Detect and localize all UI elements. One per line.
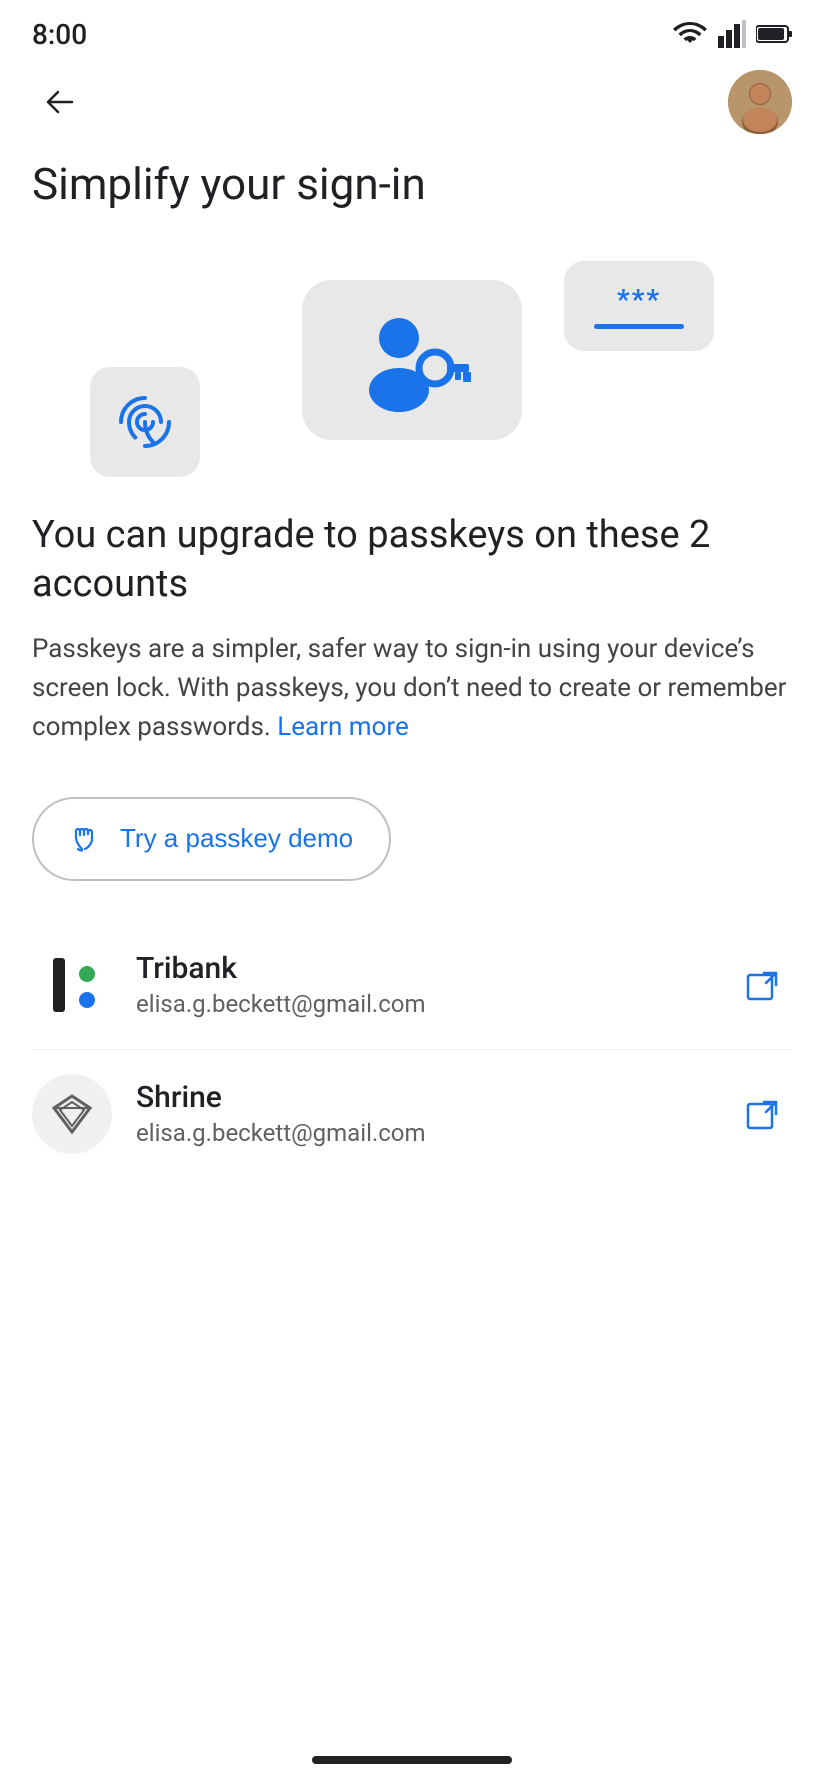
shrine-account-info: Shrine elisa.g.beckett@gmail.com	[136, 1080, 736, 1147]
password-bubble: ***	[564, 261, 714, 351]
status-icons	[672, 20, 792, 48]
tribank-stem	[53, 958, 65, 1012]
fingerprint-bubble	[90, 367, 200, 477]
try-passkey-demo-button[interactable]: Try a passkey demo	[32, 797, 391, 881]
signal-icon	[718, 20, 746, 48]
back-button[interactable]	[32, 74, 88, 130]
tribank-email: elisa.g.beckett@gmail.com	[136, 990, 736, 1018]
tribank-logo-graphic	[47, 958, 97, 1012]
shrine-email: elisa.g.beckett@gmail.com	[136, 1119, 736, 1147]
avatar-svg	[728, 70, 792, 134]
shrine-external-link-button[interactable]	[736, 1086, 792, 1142]
back-arrow-icon	[42, 84, 78, 120]
shrine-diamond-icon	[48, 1090, 96, 1138]
description-text: Passkeys are a simpler, safer way to sig…	[32, 630, 792, 747]
avatar-image	[728, 70, 792, 134]
account-item-tribank[interactable]: Tribank elisa.g.beckett@gmail.com	[32, 921, 792, 1050]
description-body: Passkeys are a simpler, safer way to sig…	[32, 634, 786, 742]
tribank-logo	[32, 945, 112, 1025]
password-content: ***	[594, 283, 684, 329]
hand-wave-icon	[70, 821, 106, 857]
hero-illustration: ***	[0, 235, 824, 495]
battery-icon	[756, 24, 792, 44]
tribank-dot-blue	[79, 992, 95, 1008]
account-list: Tribank elisa.g.beckett@gmail.com	[32, 921, 792, 1178]
account-item-shrine[interactable]: Shrine elisa.g.beckett@gmail.com	[32, 1050, 792, 1178]
shrine-logo-circle	[32, 1074, 112, 1154]
wifi-icon	[672, 21, 708, 47]
demo-button-label: Try a passkey demo	[120, 823, 353, 854]
shrine-name: Shrine	[136, 1080, 736, 1115]
tribank-account-info: Tribank elisa.g.beckett@gmail.com	[136, 951, 736, 1018]
home-indicator	[312, 1756, 512, 1764]
shrine-logo	[32, 1074, 112, 1154]
status-bar: 8:00	[0, 0, 824, 60]
main-content: You can upgrade to passkeys on these 2 a…	[0, 495, 824, 1194]
tribank-external-link-button[interactable]	[736, 957, 792, 1013]
person-key-icon	[347, 300, 477, 420]
password-stars: ***	[617, 283, 661, 316]
page-title: Simplify your sign-in	[0, 150, 824, 235]
tribank-dot-green	[79, 966, 95, 982]
main-heading: You can upgrade to passkeys on these 2 a…	[32, 511, 792, 610]
heading-section: You can upgrade to passkeys on these 2 a…	[32, 511, 792, 747]
tribank-name: Tribank	[136, 951, 736, 986]
status-time: 8:00	[32, 18, 87, 51]
fingerprint-icon	[111, 388, 179, 456]
external-link-icon	[744, 965, 784, 1005]
external-link-icon-2	[744, 1094, 784, 1134]
main-bubble	[302, 280, 522, 440]
learn-more-link[interactable]: Learn more	[277, 712, 409, 742]
header-nav	[0, 60, 824, 150]
avatar[interactable]	[728, 70, 792, 134]
password-line	[594, 324, 684, 329]
